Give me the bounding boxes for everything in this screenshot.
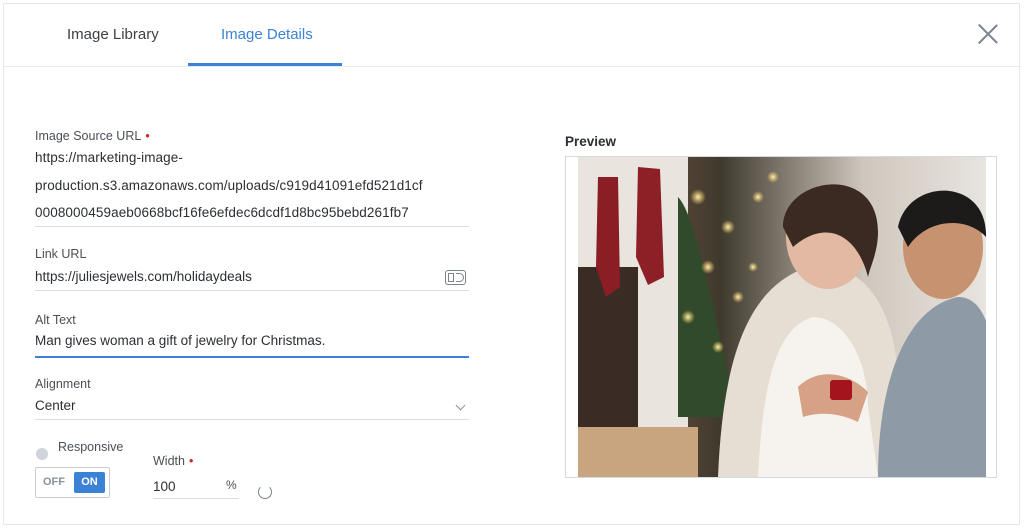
alt-text-input[interactable]: Man gives woman a gift of jewelry for Ch… [35,333,325,348]
tab-image-library[interactable]: Image Library [67,26,159,43]
toggle-on-option[interactable]: ON [74,472,105,493]
source-url-divider [35,226,469,227]
required-marker: • [188,454,194,468]
preview-image [578,157,986,477]
link-url-divider [35,290,469,291]
source-url-line: production.s3.amazonaws.com/uploads/c919… [35,178,423,193]
toggle-off-option[interactable]: OFF [43,476,65,488]
tab-image-details[interactable]: Image Details [221,26,313,43]
responsive-toggle[interactable]: OFF ON [35,467,110,498]
active-tab-indicator [188,63,342,66]
refresh-icon[interactable] [258,485,272,499]
responsive-radio[interactable] [36,448,48,460]
preview-panel [565,156,997,478]
link-url-input[interactable]: https://juliesjewels.com/holidaydeals [35,269,252,284]
source-url-line: https://marketing-image- [35,150,183,165]
preview-title: Preview [565,134,617,149]
alignment-select[interactable]: Center [35,398,76,413]
width-unit: % [226,478,237,492]
alignment-label: Alignment [35,377,91,391]
image-dialog: Image Library Image Details Image Source… [3,3,1021,525]
link-url-label: Link URL [35,247,87,261]
source-url-label: Image Source URL • [35,129,150,143]
source-url-line: 0008000459aeb0668bcf16fe6efdec6dcdf1d8bc… [35,205,409,220]
link-preview-icon[interactable] [445,270,466,285]
width-label: Width • [153,454,194,468]
tab-bar: Image Library Image Details [4,4,1021,67]
chevron-down-icon[interactable] [455,400,466,411]
close-icon[interactable] [977,23,999,45]
responsive-label: Responsive [58,440,124,454]
alt-text-label: Alt Text [35,313,76,327]
required-marker: • [145,129,150,143]
alignment-divider [35,419,469,420]
